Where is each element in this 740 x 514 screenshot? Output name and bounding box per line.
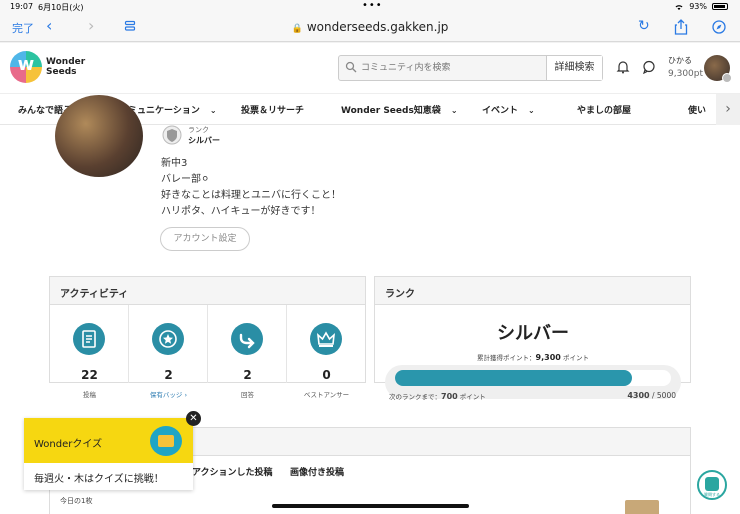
- share-icon[interactable]: [674, 19, 688, 35]
- posts-label: 投稿: [83, 391, 96, 399]
- search-box: 詳細検索: [338, 55, 603, 81]
- rank-shield-icon: [162, 125, 182, 145]
- activity-posts[interactable]: 22 投稿: [50, 305, 129, 399]
- badge-star-icon: [152, 323, 184, 355]
- next-rank-points: 次のランクまで：700 ポイント: [389, 392, 486, 401]
- home-indicator[interactable]: [272, 504, 469, 508]
- best-answers-label: ベストアンサー: [303, 391, 350, 399]
- total-points: 累計獲得ポイント：9,300 ポイント: [477, 353, 589, 362]
- user-name[interactable]: ひかる: [668, 55, 692, 66]
- book-icon: [150, 426, 182, 456]
- activity-badges[interactable]: 2 保有バッジ ›: [129, 305, 208, 399]
- compass-icon[interactable]: [712, 20, 726, 34]
- nav-item-vote-research[interactable]: 投票＆リサーチ: [241, 103, 304, 116]
- nav-scroll-right-icon[interactable]: ›: [716, 94, 740, 126]
- logo-line2: Seeds: [46, 67, 77, 77]
- post-thumbnail[interactable]: [625, 500, 659, 514]
- status-time: 19:07: [10, 2, 34, 11]
- rank-card-title: ランク: [375, 277, 690, 305]
- quiz-popup[interactable]: Wonderクイズ 毎週火・木はクイズに挑戦！: [24, 418, 193, 490]
- tab-image-posts[interactable]: 画像付き投稿: [290, 465, 344, 478]
- today-photo-label: 今日の1枚: [60, 497, 93, 505]
- user-points: 9,300pt: [668, 69, 704, 79]
- document-icon: [73, 323, 105, 355]
- bio-line: 好きなことは料理とユニバに行くこと！: [161, 190, 341, 201]
- lock-icon: 🔒: [291, 24, 303, 34]
- browser-toolbar: 完了 ‹ › 🔒 wonderseeds.gakken.jp ↻: [0, 14, 740, 42]
- tab-actioned-posts[interactable]: アクションした投稿: [192, 465, 273, 478]
- site-header: Wonder Seeds 詳細検索 ひかる 9,300pt: [0, 43, 740, 93]
- status-right: 93%: [674, 2, 728, 11]
- reload-icon[interactable]: ↻: [638, 18, 650, 34]
- best-answers-count: 0: [322, 368, 331, 382]
- quiz-header: Wonderクイズ: [24, 418, 193, 463]
- site-logo-text[interactable]: Wonder Seeds: [46, 57, 85, 77]
- account-settings-button[interactable]: アカウント設定: [160, 227, 250, 251]
- rank-progress-fill: [395, 370, 633, 386]
- chevron-down-icon: ⌄: [450, 106, 458, 115]
- chevron-down-icon: ⌄: [209, 106, 217, 115]
- activity-best-answers[interactable]: 0 ベストアンサー: [287, 305, 366, 399]
- multitask-dots-icon[interactable]: •••: [362, 0, 383, 11]
- activity-answers[interactable]: 2 回答: [208, 305, 287, 399]
- address-bar[interactable]: 🔒 wonderseeds.gakken.jp: [0, 20, 740, 34]
- battery-percent: 93%: [689, 2, 707, 11]
- rank-badge-icon: [722, 73, 732, 83]
- bio-line: ハリポタ、ハイキューが好きです！: [161, 206, 321, 217]
- status-date: 6月10日(火): [38, 3, 84, 12]
- nav-item-chiebukuro[interactable]: Wonder Seeds知恵袋 ⌄: [341, 103, 458, 116]
- activity-title: アクティビティ: [50, 277, 365, 305]
- rank-card: ランク シルバー 累計獲得ポイント：9,300 ポイント 次のランクまで：700…: [374, 276, 691, 401]
- chevron-down-icon: ⌄: [528, 106, 535, 115]
- profile-photo: [55, 95, 143, 177]
- quiz-body: 毎週火・木はクイズに挑戦！: [34, 474, 164, 485]
- battery-icon: [712, 3, 728, 10]
- bio-line: バレー部⚪: [161, 174, 210, 185]
- rank-progress-text: 4300 / 5000: [627, 391, 676, 400]
- bio-line: 新中3: [161, 158, 188, 169]
- close-icon[interactable]: ✕: [186, 411, 201, 426]
- url-text: wonderseeds.gakken.jp: [306, 20, 449, 34]
- badges-link[interactable]: 保有バッジ ›: [129, 389, 208, 399]
- wifi-icon: [675, 4, 683, 10]
- answers-count: 2: [243, 368, 252, 382]
- nav-item-guide[interactable]: 使い: [688, 103, 706, 116]
- wonderseeds-logo-icon[interactable]: [10, 51, 42, 83]
- logo-line1: Wonder: [46, 57, 86, 67]
- advanced-search-button[interactable]: 詳細検索: [546, 56, 602, 80]
- chat-icon[interactable]: [642, 60, 656, 74]
- search-input[interactable]: [361, 60, 541, 76]
- reply-arrow-icon: [231, 323, 263, 355]
- posts-count: 22: [81, 368, 98, 382]
- rank-value: シルバー: [188, 136, 220, 145]
- bell-icon[interactable]: [616, 60, 630, 74]
- status-bar: 19:07 6月10日(火) ••• 93%: [0, 0, 740, 14]
- ask-question-label: 質問する: [704, 492, 720, 497]
- ask-question-button[interactable]: 質問する: [697, 470, 727, 500]
- crown-icon: [310, 323, 342, 355]
- quiz-title: Wonderクイズ: [34, 439, 103, 450]
- activity-card: アクティビティ 22 投稿 2 保有バッジ › 2 回答 0 ベストアンサー: [49, 276, 366, 399]
- nav-item-event[interactable]: イベント ⌄: [482, 103, 535, 116]
- rank-label: ランク: [188, 126, 209, 134]
- badges-count: 2: [164, 368, 173, 382]
- rank-name: シルバー: [497, 323, 569, 344]
- rank-progress-bar: [395, 370, 671, 386]
- answers-label: 回答: [241, 391, 254, 399]
- search-icon: [345, 61, 357, 73]
- nav-item-yamashi-room[interactable]: やましの部屋: [577, 103, 631, 116]
